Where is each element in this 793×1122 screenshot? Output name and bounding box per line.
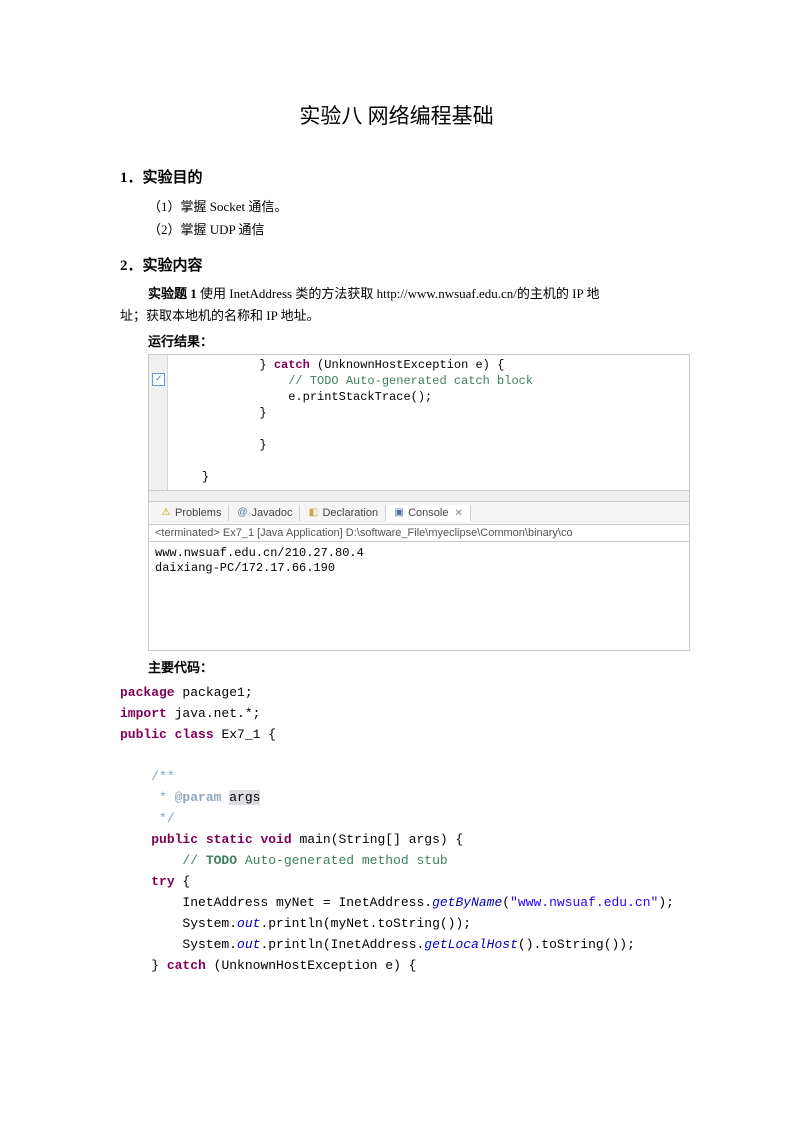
ide-editor-pane: ............} catch (UnknownHostExceptio… [149, 355, 689, 490]
gutter-marker-icon [152, 373, 165, 386]
tab-declaration[interactable]: ◧ Declaration [300, 505, 386, 521]
run-result-label: 运行结果： [148, 331, 673, 350]
console-header: <terminated> Ex7_1 [Java Application] D:… [149, 525, 689, 542]
tab-problems[interactable]: ⚠ Problems [153, 505, 229, 521]
code-listing: package package1; import java.net.*; pub… [120, 682, 673, 976]
document-page: 实验八 网络编程基础 1．实验目的 （1）掌握 Socket 通信。 （2）掌握… [0, 0, 793, 1016]
close-icon[interactable]: ✕ [454, 508, 462, 519]
console-output: www.nwsuaf.edu.cn/210.27.80.4 daixiang-P… [149, 542, 689, 650]
javadoc-icon: @ [236, 507, 248, 519]
ide-view-tabs: ⚠ Problems @ Javadoc ◧ Declaration ▣ Con… [149, 502, 689, 525]
ide-screenshot: ............} catch (UnknownHostExceptio… [148, 354, 690, 651]
page-title: 实验八 网络编程基础 [120, 100, 673, 130]
main-code-label: 主要代码： [148, 657, 673, 676]
declaration-icon: ◧ [307, 507, 319, 519]
problems-icon: ⚠ [160, 507, 172, 519]
tab-javadoc[interactable]: @ Javadoc [229, 505, 300, 521]
objective-2: （2）掌握 UDP 通信 [148, 218, 673, 241]
section-heading-2: 2．实验内容 [120, 254, 673, 275]
section-heading-1: 1．实验目的 [120, 166, 673, 187]
task-label: 实验题 1 [148, 286, 197, 301]
console-icon: ▣ [393, 507, 405, 519]
task-text: 实验题 1 使用 InetAddress 类的方法获取 http://www.n… [120, 283, 673, 327]
editor-gutter [149, 355, 168, 490]
objective-1: （1）掌握 Socket 通信。 [148, 195, 673, 218]
editor-lines: ............} catch (UnknownHostExceptio… [149, 355, 689, 485]
ide-sash[interactable] [149, 490, 689, 502]
tab-console[interactable]: ▣ Console ✕ [386, 505, 471, 522]
